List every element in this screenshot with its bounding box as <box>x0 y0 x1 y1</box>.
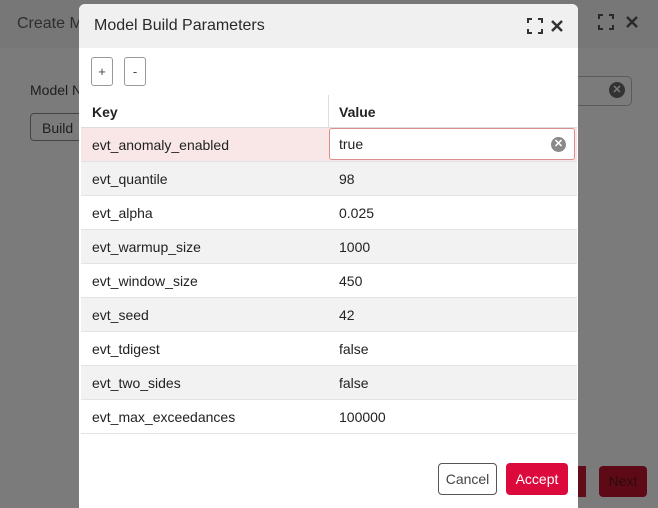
column-divider <box>328 95 329 127</box>
background-strip <box>578 466 586 497</box>
next-button[interactable]: Next <box>599 466 647 497</box>
expand-icon[interactable] <box>527 18 543 34</box>
key-column-header: Key <box>92 104 118 120</box>
row-value[interactable]: 450 <box>339 273 362 289</box>
remove-row-button[interactable]: - <box>124 57 146 86</box>
table-row[interactable]: evt_warmup_size 1000 <box>81 230 577 264</box>
row-key: evt_window_size <box>92 273 198 289</box>
table-header: Key Value <box>81 95 577 128</box>
row-key: evt_warmup_size <box>92 239 201 255</box>
row-value[interactable]: false <box>339 375 369 391</box>
model-name-label: Model N <box>30 82 83 98</box>
table-row[interactable]: evt_two_sides false <box>81 366 577 400</box>
value-input[interactable] <box>339 136 539 152</box>
row-key: evt_anomaly_enabled <box>92 137 229 153</box>
table-row[interactable]: evt_seed 42 <box>81 298 577 332</box>
close-icon[interactable] <box>624 14 640 30</box>
close-icon[interactable] <box>549 18 565 34</box>
table-row[interactable]: evt_anomaly_enabled ✕ <box>81 128 577 162</box>
row-value[interactable]: 98 <box>339 171 355 187</box>
row-key: evt_two_sides <box>92 375 181 391</box>
parameters-table: Key Value evt_anomaly_enabled ✕ evt_quan… <box>81 95 577 434</box>
table-row[interactable]: evt_alpha 0.025 <box>81 196 577 230</box>
clear-value-icon[interactable]: ✕ <box>551 137 566 152</box>
row-key: evt_alpha <box>92 205 153 221</box>
modal-title: Model Build Parameters <box>94 17 265 34</box>
row-key: evt_tdigest <box>92 341 160 357</box>
row-value[interactable]: 0.025 <box>339 205 374 221</box>
table-row[interactable]: evt_max_exceedances 100000 <box>81 400 577 434</box>
row-value[interactable]: 42 <box>339 307 355 323</box>
row-value[interactable]: false <box>339 341 369 357</box>
table-row[interactable]: evt_quantile 98 <box>81 162 577 196</box>
add-row-button[interactable]: + <box>91 57 113 86</box>
modal-header: Model Build Parameters <box>79 4 578 48</box>
clear-input-icon[interactable]: ✕ <box>609 82 625 98</box>
cancel-button[interactable]: Cancel <box>438 463 497 495</box>
row-value[interactable]: 100000 <box>339 409 386 425</box>
row-key: evt_seed <box>92 307 149 323</box>
value-edit-box[interactable]: ✕ <box>329 128 575 160</box>
value-column-header: Value <box>339 104 376 120</box>
expand-icon[interactable] <box>598 14 614 30</box>
background-dialog-title: Create M <box>17 15 83 32</box>
row-key: evt_quantile <box>92 171 168 187</box>
accept-button[interactable]: Accept <box>506 463 568 495</box>
row-key: evt_max_exceedances <box>92 409 236 425</box>
model-build-parameters-modal: Model Build Parameters + - Key Value evt… <box>79 4 578 508</box>
table-row[interactable]: evt_window_size 450 <box>81 264 577 298</box>
row-value[interactable]: 1000 <box>339 239 370 255</box>
table-row[interactable]: evt_tdigest false <box>81 332 577 366</box>
